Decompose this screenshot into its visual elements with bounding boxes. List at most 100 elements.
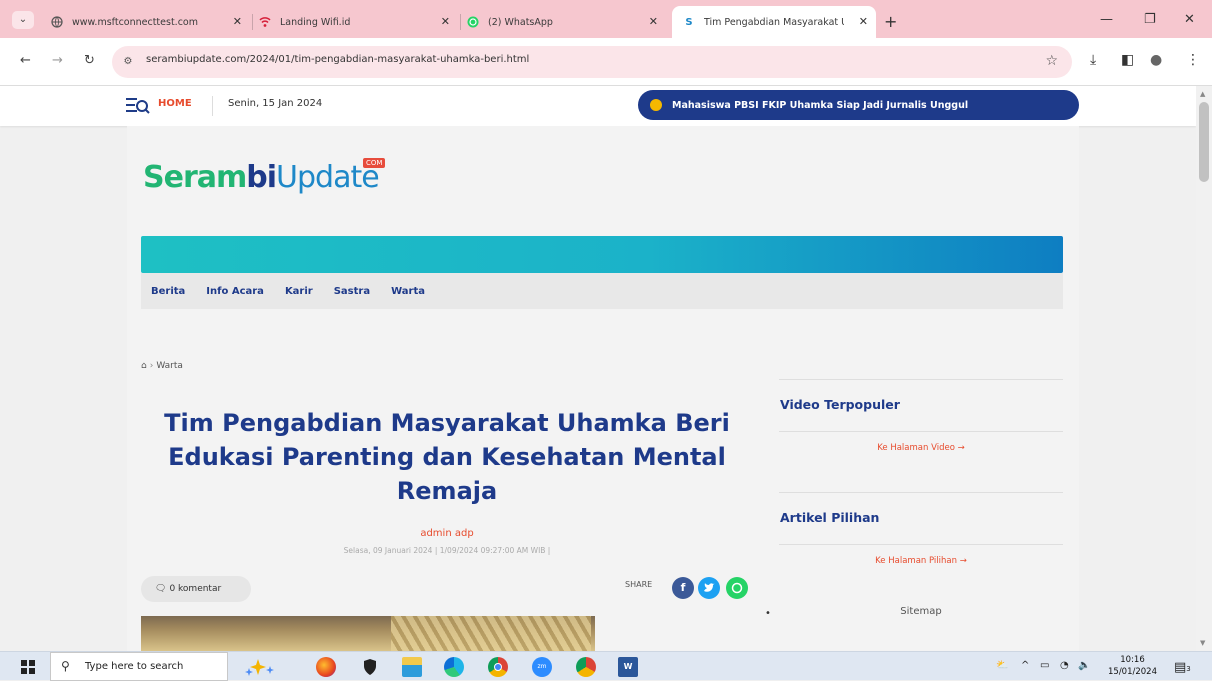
file-explorer-icon[interactable] [402, 657, 422, 677]
logo-com-badge: COM [363, 158, 386, 168]
main-navigation: Berita Info Acara Karir Sastra Warta [141, 273, 1063, 309]
tab-landing-wifi[interactable]: Landing Wifi.id ✕ [258, 6, 458, 38]
weather-icon[interactable]: ⛅ [996, 660, 1008, 671]
taskbar-clock[interactable]: 10:16 15/01/2024 [1108, 654, 1157, 678]
side-panel-icon[interactable]: ◧ [1121, 52, 1134, 68]
zoom-icon[interactable]: zm [532, 657, 552, 677]
battery-icon[interactable]: ▭ [1040, 660, 1049, 671]
edge-icon[interactable] [444, 657, 464, 677]
profile-avatar-icon[interactable]: ● [1150, 52, 1162, 68]
download-icon[interactable]: ⤓ [1090, 52, 1096, 68]
sidebar-divider [779, 544, 1063, 545]
nav-item-berita[interactable]: Berita [151, 286, 185, 297]
ticker-bullet-icon [650, 99, 662, 111]
home-link[interactable]: HOME [158, 98, 192, 109]
firefox-icon[interactable] [316, 657, 336, 677]
menu-search-icon[interactable] [126, 96, 150, 116]
scroll-down-arrow-icon[interactable]: ▼ [1200, 639, 1205, 647]
comment-count: 0 komentar [169, 584, 222, 594]
site-logo[interactable]: Seram bi Update [143, 160, 380, 204]
chrome-profile-icon[interactable] [576, 657, 596, 677]
artikel-pilihan-heading: Artikel Pilihan [780, 510, 880, 525]
browser-toolbar: ← → ↻ ⚙ serambiupdate.com/2024/01/tim-pe… [0, 38, 1212, 86]
close-tab-icon[interactable]: ✕ [233, 15, 242, 28]
back-icon[interactable]: ← [20, 53, 31, 68]
tab-msftconnecttest[interactable]: www.msftconnecttest.com ✕ [50, 6, 250, 38]
taskbar-search-box[interactable]: ⚲ Type here to search [50, 652, 228, 681]
site-content: Seram bi Update COM Berita Info Acara Kari… [127, 126, 1079, 651]
copilot-sparkle-icon[interactable] [244, 658, 274, 678]
site-info-icon[interactable]: ⚙ [120, 54, 136, 70]
close-window-icon[interactable]: ✕ [1184, 12, 1195, 27]
sitemap-link[interactable]: Sitemap [779, 606, 1063, 617]
word-icon[interactable]: W [618, 657, 638, 677]
volume-icon[interactable]: 🔈 [1078, 660, 1090, 671]
close-tab-icon[interactable]: ✕ [441, 15, 450, 28]
tab-title: Tim Pengabdian Masyarakat Ul [704, 16, 844, 28]
current-date: Senin, 15 Jan 2024 [228, 98, 323, 109]
page-viewport: HOME Senin, 15 Jan 2024 Mahasiswa PBSI F… [0, 86, 1196, 651]
page-scrollbar[interactable]: ▲ ▼ [1196, 86, 1212, 651]
network-icon[interactable]: ◔ [1060, 660, 1069, 671]
whatsapp-share-icon[interactable] [726, 577, 748, 599]
forward-icon[interactable]: → [52, 53, 63, 68]
chevron-up-icon[interactable]: ^ [1021, 660, 1029, 671]
new-tab-button[interactable]: + [884, 12, 897, 31]
browser-menu-icon[interactable]: ⋮ [1186, 52, 1200, 68]
close-tab-icon[interactable]: ✕ [859, 15, 868, 28]
article-hero-image [141, 616, 595, 651]
news-ticker[interactable]: Mahasiswa PBSI FKIP Uhamka Siap Jadi Jur… [638, 90, 1079, 120]
clock-date: 15/01/2024 [1108, 667, 1157, 677]
bookmark-star-icon[interactable]: ☆ [1045, 53, 1058, 69]
home-icon[interactable]: ⌂ [141, 361, 147, 371]
video-populer-heading: Video Terpopuler [780, 397, 900, 412]
chrome-icon[interactable] [488, 657, 508, 677]
nav-item-sastra[interactable]: Sastra [334, 286, 370, 297]
search-icon: ⚲ [61, 659, 70, 673]
article-meta: Selasa, 09 Januari 2024 | 1/09/2024 09:2… [343, 546, 551, 555]
tab-title: Landing Wifi.id [280, 16, 351, 28]
header-banner [141, 236, 1063, 273]
url-text[interactable]: serambiupdate.com/2024/01/tim-pengabdian… [146, 54, 529, 65]
logo-part-bi: bi [246, 160, 277, 195]
breadcrumb-warta[interactable]: Warta [156, 361, 183, 371]
security-shield-icon[interactable] [360, 657, 380, 677]
address-bar[interactable]: ⚙ serambiupdate.com/2024/01/tim-pengabdi… [112, 46, 1072, 78]
reload-icon[interactable]: ↻ [84, 53, 95, 68]
close-tab-icon[interactable]: ✕ [649, 15, 658, 28]
nav-item-info-acara[interactable]: Info Acara [206, 286, 264, 297]
maximize-icon[interactable]: ❐ [1144, 12, 1156, 27]
hero-ornament [391, 616, 591, 651]
serambiupdate-favicon: S [685, 16, 693, 28]
logo-part-seram: Seram [143, 160, 247, 195]
sidebar-divider [779, 492, 1063, 493]
scroll-up-arrow-icon[interactable]: ▲ [1200, 90, 1205, 98]
browser-tab-bar: ⌄ www.msftconnecttest.com ✕ Landing Wifi… [0, 0, 1212, 38]
tab-search-button[interactable]: ⌄ [12, 11, 34, 29]
notification-count: 3 [1186, 665, 1191, 673]
article-author[interactable]: admin adp [157, 528, 737, 539]
tab-divider [460, 14, 461, 30]
notification-icon[interactable]: ▤3 [1174, 660, 1191, 675]
sidebar-divider [779, 379, 1063, 380]
tab-divider [252, 14, 253, 30]
pilihan-page-link[interactable]: Ke Halaman Pilihan → [779, 556, 1063, 566]
site-top-bar: HOME Senin, 15 Jan 2024 Mahasiswa PBSI F… [0, 86, 1196, 126]
nav-item-karir[interactable]: Karir [285, 286, 313, 297]
scrollbar-thumb[interactable] [1199, 102, 1209, 182]
comment-count-button[interactable]: 🗨 0 komentar [141, 576, 251, 602]
tab-serambiupdate[interactable]: S Tim Pengabdian Masyarakat Ul ✕ [672, 6, 876, 38]
clock-time: 10:16 [1120, 655, 1145, 665]
nav-item-warta[interactable]: Warta [391, 286, 425, 297]
twitter-share-icon[interactable] [698, 577, 720, 599]
comment-icon: 🗨 [155, 584, 167, 594]
facebook-share-icon[interactable]: f [672, 577, 694, 599]
share-label: SHARE [625, 580, 653, 589]
minimize-icon[interactable]: — [1100, 12, 1113, 27]
tab-whatsapp[interactable]: (2) WhatsApp ✕ [466, 6, 666, 38]
ticker-headline[interactable]: Mahasiswa PBSI FKIP Uhamka Siap Jadi Jur… [672, 100, 968, 111]
breadcrumb: ⌂ › Warta [141, 361, 183, 371]
video-page-link[interactable]: Ke Halaman Video → [779, 443, 1063, 453]
list-bullet: • [765, 608, 771, 619]
windows-start-icon[interactable] [21, 660, 35, 674]
